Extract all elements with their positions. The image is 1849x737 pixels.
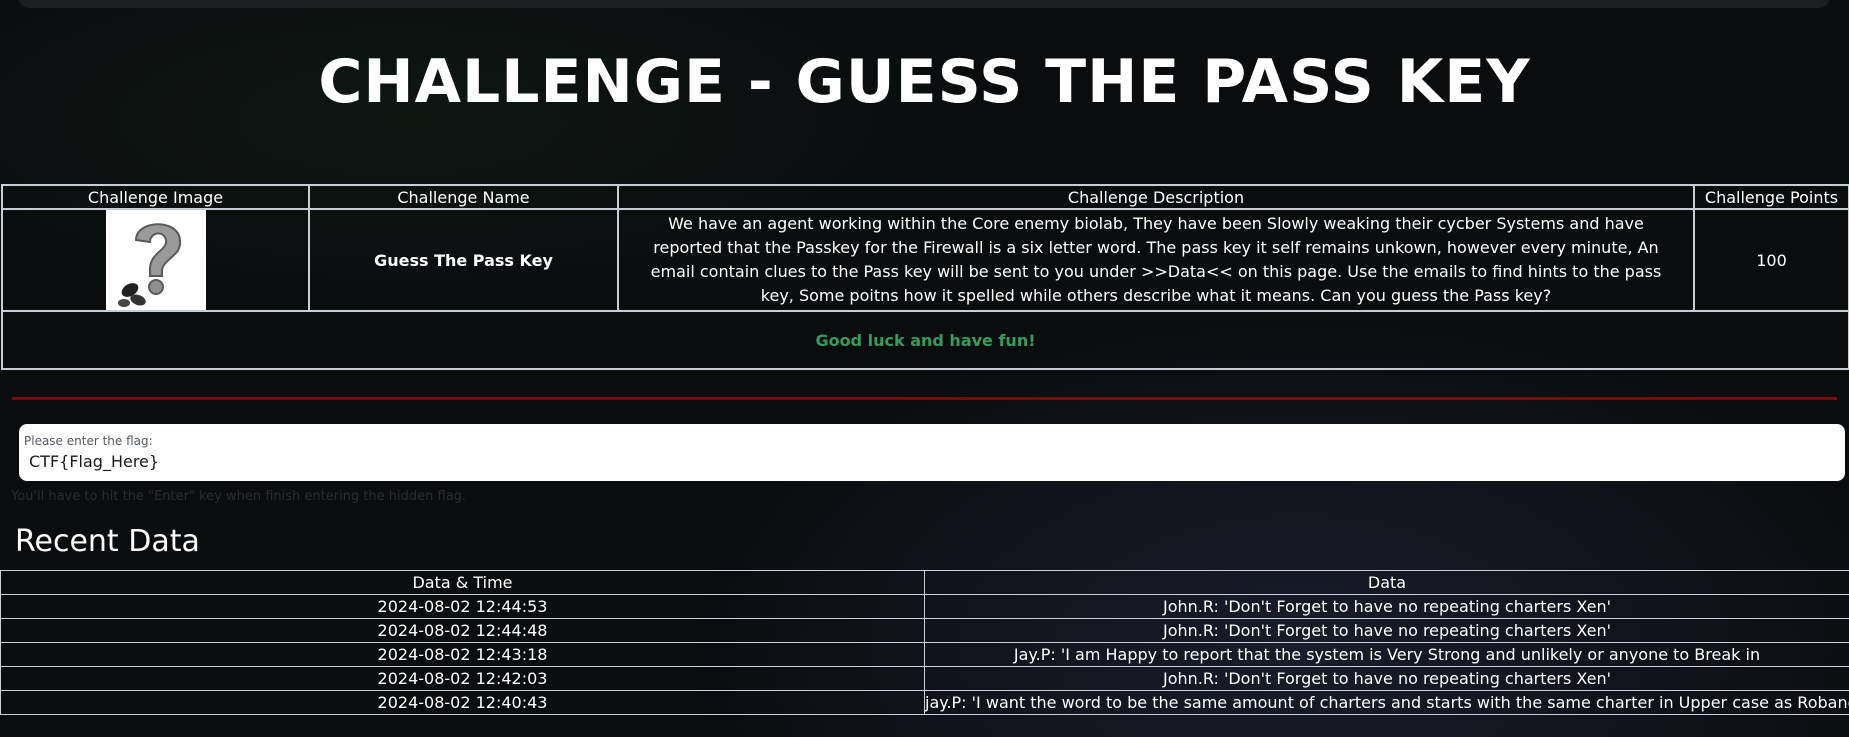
recent-data-table: Data & Time Data 2024-08-02 12:44:53 Joh… [0, 570, 1849, 715]
row-time: 2024-08-02 12:44:48 [0, 618, 925, 643]
question-mark-icon [105, 210, 206, 310]
challenge-image-cell [1, 208, 310, 312]
flag-input[interactable] [29, 449, 1809, 473]
recent-data-title: Recent Data [15, 524, 200, 559]
top-nav-bar [18, 0, 1830, 8]
table-row: 2024-08-02 12:44:48 John.R: 'Don't Forge… [0, 618, 1849, 643]
table-row: 2024-08-02 12:43:18 Jay.P: 'I am Happy t… [0, 642, 1849, 667]
row-data: John.R: 'Don't Forget to have no repeati… [924, 594, 1849, 619]
table-row: 2024-08-02 12:44:53 John.R: 'Don't Forge… [0, 594, 1849, 619]
header-data-time: Data & Time [0, 570, 925, 595]
row-data: John.R: 'Don't Forget to have no repeati… [924, 666, 1849, 691]
table-row: 2024-08-02 12:42:03 John.R: 'Don't Forge… [0, 666, 1849, 691]
header-challenge-points: Challenge Points [1693, 184, 1849, 210]
header-data: Data [924, 570, 1849, 595]
challenge-points: 100 [1693, 208, 1849, 312]
table-row: 2024-08-02 12:40:43 jay.P: 'I want the w… [0, 690, 1849, 715]
row-time: 2024-08-02 12:40:43 [0, 690, 925, 715]
row-data: Jay.P: 'I am Happy to report that the sy… [924, 642, 1849, 667]
row-time: 2024-08-02 12:43:18 [0, 642, 925, 667]
challenge-table: Challenge Image Challenge Name Challenge… [1, 184, 1849, 370]
page-title: CHALLENGE - GUESS THE PASS KEY [318, 47, 1531, 117]
enter-hint: You'll have to hit the "Enter" key when … [11, 489, 467, 504]
good-luck-message: Good luck and have fun! [1, 310, 1849, 370]
row-data: John.R: 'Don't Forget to have no repeati… [924, 618, 1849, 643]
header-challenge-description: Challenge Description [617, 184, 1695, 210]
row-time: 2024-08-02 12:42:03 [0, 666, 925, 691]
row-data: jay.P: 'I want the word to be the same a… [924, 690, 1849, 715]
section-divider [12, 397, 1837, 400]
challenge-name: Guess The Pass Key [308, 208, 619, 312]
row-time: 2024-08-02 12:44:53 [0, 594, 925, 619]
header-challenge-name: Challenge Name [308, 184, 619, 210]
flag-form: Please enter the flag: [19, 424, 1845, 481]
challenge-description: We have an agent working within the Core… [617, 208, 1695, 312]
flag-label: Please enter the flag: [24, 434, 153, 448]
header-challenge-image: Challenge Image [1, 184, 310, 210]
